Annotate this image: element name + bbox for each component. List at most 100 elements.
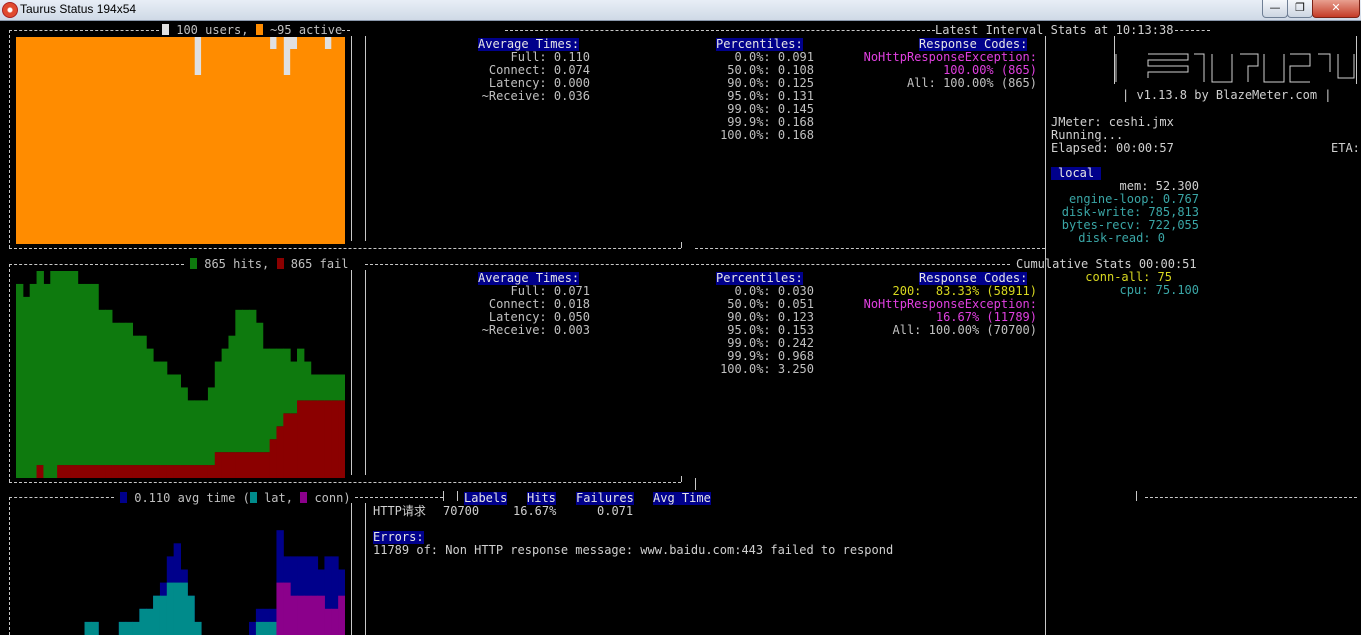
active-bar xyxy=(228,37,236,244)
users-chart xyxy=(16,37,345,244)
interval-title: Latest Interval Stats at 10:13:38 xyxy=(935,23,1174,37)
active-bar xyxy=(194,75,202,244)
fail-bar xyxy=(276,426,284,478)
hits-bar xyxy=(166,374,175,466)
cum-response-code-all: All: 100.00% (70700) xyxy=(892,323,1038,337)
active-legend-label: ~95 active xyxy=(269,23,343,37)
hits-bar xyxy=(98,309,106,466)
fail-bar xyxy=(125,465,134,478)
lat-bar xyxy=(180,582,188,635)
disk-read-value: disk-read: 0 xyxy=(1078,231,1165,245)
fail-bar xyxy=(70,465,79,478)
hits-bar xyxy=(338,374,345,401)
active-bar xyxy=(310,37,319,244)
fail-bar xyxy=(310,400,319,478)
fail-bar xyxy=(159,465,168,478)
hits-bar xyxy=(57,271,65,466)
conn-bar xyxy=(303,595,312,635)
active-bar xyxy=(201,37,209,244)
close-button[interactable]: ✕ xyxy=(1312,0,1360,18)
hits-bar xyxy=(235,309,243,453)
cum-avg-receive: ~Receive: 0.003 xyxy=(481,323,590,337)
active-bar xyxy=(139,37,147,244)
fail-bar xyxy=(331,400,339,478)
hits-bar xyxy=(255,322,264,453)
maximize-button[interactable]: ❐ xyxy=(1287,0,1313,18)
hits-bar xyxy=(63,271,72,466)
users-legend: 100 users, ~95 active xyxy=(162,24,342,37)
lat-bar xyxy=(91,621,99,635)
lat-bar xyxy=(262,621,271,635)
active-bar xyxy=(187,37,195,244)
hits-bar xyxy=(153,361,161,466)
lat-bar xyxy=(125,621,134,635)
hits-bar xyxy=(269,348,277,440)
active-bar xyxy=(84,37,92,244)
hits-bar xyxy=(180,387,188,466)
lat-bar xyxy=(173,582,181,635)
fail-bar xyxy=(242,452,250,478)
lat-bar xyxy=(269,621,277,635)
users-legend-swatch xyxy=(162,24,169,35)
timing-chart xyxy=(84,530,345,635)
active-bar xyxy=(262,37,271,244)
hits-bar xyxy=(132,335,140,466)
conn-bar xyxy=(283,582,291,635)
hits-bar xyxy=(187,400,195,466)
fail-bar xyxy=(118,465,127,478)
hits-bar xyxy=(317,374,325,401)
hits-bar xyxy=(324,374,332,401)
hits-bar xyxy=(207,387,216,466)
active-bar xyxy=(105,37,113,244)
window-title-bar[interactable]: Taurus Status 194x54 — ❐ ✕ xyxy=(0,0,1361,21)
fail-bar xyxy=(132,465,140,478)
active-bar xyxy=(146,37,154,244)
avg-time-column-header[interactable]: Avg Time xyxy=(653,492,711,505)
version-label: | v1.13.8 by BlazeMeter.com | xyxy=(1122,88,1332,102)
eta-label: ETA: xyxy=(1331,141,1360,155)
hits-bar xyxy=(242,309,250,453)
users-legend-label: 100 users, xyxy=(176,23,249,37)
active-bar xyxy=(125,37,134,244)
minimize-button[interactable]: — xyxy=(1262,0,1288,18)
active-bar xyxy=(153,37,161,244)
active-bar xyxy=(324,49,332,244)
label-avg-time: 0.071 xyxy=(597,504,634,518)
hits-legend-label: 865 hits, xyxy=(204,257,270,271)
fail-bar xyxy=(255,452,264,478)
lat-bar xyxy=(166,582,175,635)
active-bar xyxy=(207,37,216,244)
fail-bar xyxy=(77,465,86,478)
active-bar xyxy=(173,37,181,244)
active-bar xyxy=(98,37,106,244)
hits-bar xyxy=(22,296,31,478)
avg-receive: ~Receive: 0.036 xyxy=(481,89,590,103)
active-bar xyxy=(70,37,79,244)
hits-bar xyxy=(221,348,229,453)
lat-bar xyxy=(132,621,140,635)
hits-bar xyxy=(283,348,291,414)
fail-bar xyxy=(317,400,325,478)
fail-bar xyxy=(283,413,291,478)
active-bar xyxy=(242,37,250,244)
hits-legend: 865 hits, 865 fail xyxy=(190,258,349,271)
taurus-logo xyxy=(1115,53,1355,83)
lat-bar xyxy=(159,595,168,635)
conn-bar xyxy=(324,608,332,635)
fail-bar xyxy=(297,400,305,478)
fail-bar xyxy=(214,452,223,478)
active-bar xyxy=(132,37,140,244)
lat-bar xyxy=(118,621,127,635)
active-bar xyxy=(57,37,65,244)
label-failures: 16.67% xyxy=(513,504,557,518)
hits-bar xyxy=(139,335,147,466)
error-message: 11789 of: Non HTTP response message: www… xyxy=(373,543,894,557)
fail-bar xyxy=(269,439,277,478)
active-bar xyxy=(180,37,188,244)
hits-bar xyxy=(331,374,339,401)
hits-bar xyxy=(125,322,134,466)
hits-bar xyxy=(159,361,168,466)
lat-bar xyxy=(187,595,195,635)
active-bar xyxy=(91,37,99,244)
avg-time-bar xyxy=(249,621,257,635)
